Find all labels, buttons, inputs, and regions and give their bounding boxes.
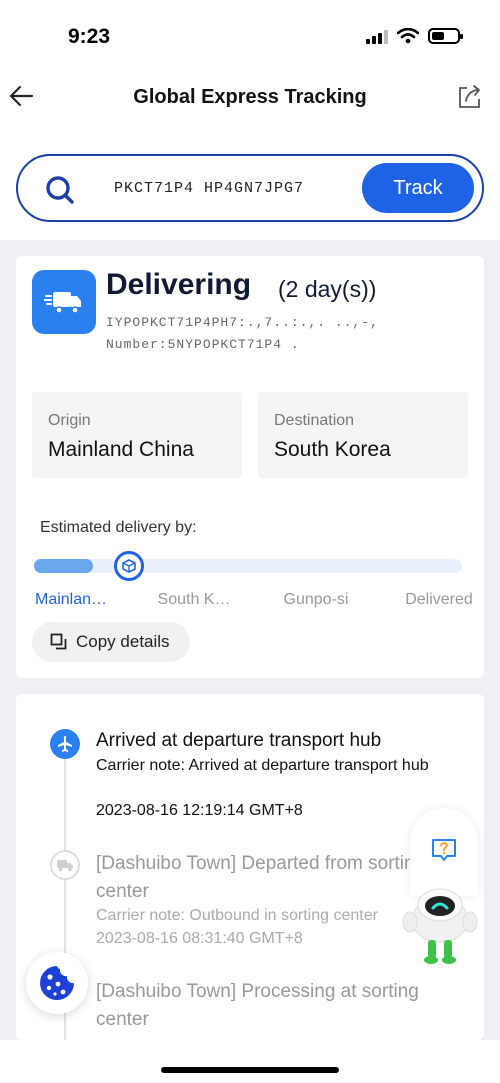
shipment-status: Delivering (106, 268, 252, 301)
cookie-icon (40, 966, 74, 1000)
nav-bar: Global Express Tracking (0, 72, 500, 122)
home-indicator[interactable] (161, 1067, 339, 1073)
status-time: 9:23 (68, 25, 111, 48)
timeline-event-title: Arrived at departure transport hub (96, 730, 382, 751)
tracking-search-box: Track (16, 154, 484, 222)
progress-fill (34, 559, 93, 573)
share-icon[interactable] (456, 82, 484, 110)
destination-box: Destination South Korea (258, 392, 468, 478)
search-icon (46, 176, 74, 204)
progress-step-destination-country: South K… (157, 591, 231, 608)
battery-icon (428, 28, 463, 44)
progress-step-delivered: Delivered (405, 591, 473, 608)
delivery-truck-icon (32, 270, 96, 334)
timeline-event-note: Carrier note: Arrived at departure trans… (96, 757, 429, 774)
truck-icon (50, 850, 80, 880)
copy-details-button[interactable]: Copy details (32, 622, 190, 662)
track-button[interactable]: Track (362, 163, 474, 213)
carrier-info-line: IYPOPKCT71P4PH7:.,7..:.,. ..,-, (106, 315, 379, 330)
package-progress-marker-icon (114, 551, 144, 581)
shipment-status-card: Delivering (2 day(s)) IYPOPKCT71P4PH7:.,… (16, 256, 484, 678)
cellular-signal-icon (366, 28, 388, 44)
shipment-duration: (2 day(s)) (278, 276, 377, 302)
robot-assistant-icon[interactable] (398, 880, 482, 966)
progress-step-city: Gunpo-si (283, 591, 349, 608)
estimated-delivery-label: Estimated delivery by: (40, 519, 197, 536)
destination-label: Destination (274, 412, 355, 429)
status-icons (366, 28, 463, 44)
progress-step-origin: Mainlan… (34, 591, 108, 608)
wifi-icon (397, 28, 419, 44)
origin-value: Mainland China (48, 438, 194, 461)
destination-value: South Korea (274, 438, 391, 461)
cookie-settings-button[interactable] (26, 952, 88, 1014)
timeline-event-title: [Dashuibo Town] Processing at sorting ce… (96, 981, 419, 1030)
tracking-number-input[interactable] (114, 174, 354, 202)
copy-icon (50, 633, 67, 650)
origin-label: Origin (48, 412, 91, 429)
origin-box: Origin Mainland China (32, 392, 242, 478)
page-title: Global Express Tracking (133, 86, 367, 108)
timeline-event-time: 2023-08-16 08:31:40 GMT+8 (96, 930, 303, 947)
search-section: Track (0, 140, 500, 240)
carrier-number-line: Number:5NYPOPKCT71P4 . (106, 337, 300, 352)
timeline-event-time: 2023-08-16 12:19:14 GMT+8 (96, 802, 303, 819)
airplane-icon (50, 729, 80, 759)
bottom-bar (0, 1040, 500, 1083)
status-bar: 9:23 (0, 0, 500, 72)
timeline-event-note: Carrier note: Outbound in sorting center (96, 907, 378, 924)
copy-details-label: Copy details (76, 632, 170, 651)
delivery-progress-bar (34, 551, 462, 581)
help-question-icon[interactable] (430, 836, 458, 864)
